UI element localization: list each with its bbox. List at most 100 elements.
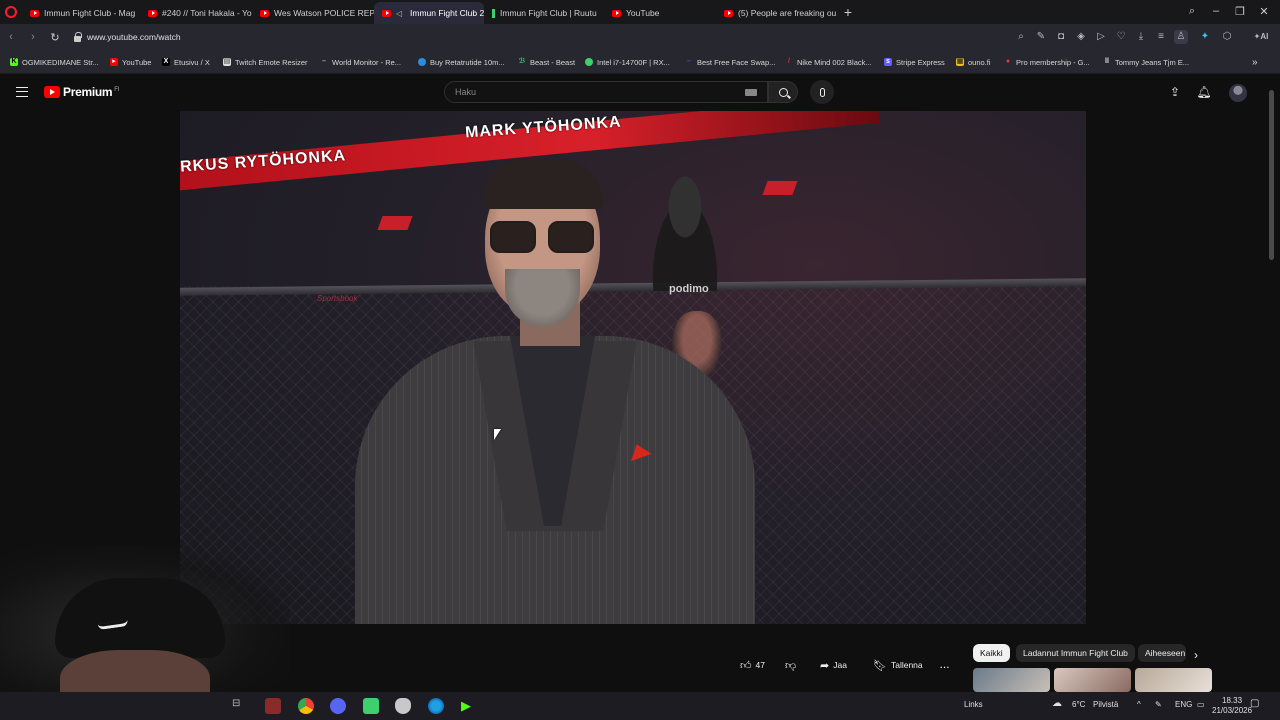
more-actions-button[interactable]: ... xyxy=(940,655,950,675)
search-page-icon[interactable]: ⌕ xyxy=(1014,30,1028,44)
avatar[interactable] xyxy=(1229,84,1247,102)
thumbs-up-icon: 👍︎ xyxy=(740,659,752,672)
menu-lines-icon[interactable]: ≡ xyxy=(1154,30,1168,44)
cloud-weather-icon[interactable]: ☁ xyxy=(1052,698,1062,709)
recommended-thumbnail[interactable] xyxy=(1054,668,1131,692)
page-icon: ▤ xyxy=(223,58,231,66)
back-arrow-icon[interactable]: ‹ xyxy=(0,26,22,48)
bookmark-intel-pc[interactable]: Intel i7-14700F | RX... xyxy=(585,50,670,74)
tab-immun-fight-club-mag[interactable]: Immun Fight Club - Mag xyxy=(22,2,140,24)
forward-arrow-icon[interactable]: › xyxy=(22,26,44,48)
minimize-icon[interactable]: – xyxy=(1204,0,1228,22)
youtube-favicon-icon xyxy=(148,9,157,17)
play-icon[interactable]: ▷ xyxy=(1094,30,1108,44)
restore-icon[interactable]: ❐ xyxy=(1228,0,1252,22)
tab-youtube[interactable]: YouTube xyxy=(604,2,704,24)
input-language[interactable]: ENG xyxy=(1175,700,1192,709)
lock-icon[interactable] xyxy=(74,31,82,42)
network-icon[interactable]: ▭ xyxy=(1197,700,1205,709)
chip-related[interactable]: Aiheeseen xyxy=(1138,644,1186,662)
camera-icon[interactable]: ◘ xyxy=(1054,30,1068,44)
tab-ruutu[interactable]: Immun Fight Club | Ruutu xyxy=(484,2,604,24)
recommended-thumbnail[interactable] xyxy=(973,668,1050,692)
ai-button-icon[interactable]: ✦AI xyxy=(1248,30,1274,44)
hamburger-menu-icon[interactable] xyxy=(16,87,28,97)
game-launcher-icon[interactable]: ▶ xyxy=(461,698,477,714)
chip-all[interactable]: Kaikki xyxy=(973,644,1010,662)
beast-icon: ℬ xyxy=(518,58,526,65)
grid-icon: ▦ xyxy=(956,58,964,66)
share-button[interactable]: ➦ Jaa xyxy=(820,655,847,675)
app-green-icon[interactable] xyxy=(363,698,379,714)
notifications-bell-icon[interactable]: 🔔︎ xyxy=(1196,84,1212,100)
tab-toni-hakala[interactable]: #240 // Toni Hakala - You xyxy=(140,2,252,24)
recommended-thumbnail[interactable] xyxy=(1135,668,1212,692)
bookmark-face-swap[interactable]: – Best Free Face Swap... xyxy=(685,50,775,74)
download-icon[interactable]: ⤓ xyxy=(1134,30,1148,44)
bookmark-ogmikedimane[interactable]: K OGMIKEDIMANE Str... xyxy=(10,50,99,74)
shield-app-icon[interactable] xyxy=(395,698,411,714)
tab-immun-fight-club-21-active[interactable]: ◁ Immun Fight Club 21 xyxy=(374,2,484,24)
bookmarks-overflow-icon[interactable]: » xyxy=(1252,50,1258,74)
dislike-button[interactable]: 👎︎ xyxy=(785,655,796,675)
bookmark-youtube[interactable]: ▸ YouTube xyxy=(110,50,151,74)
video-player[interactable]: RKUS RYTÖHONKA MARK YTÖHONKA podimo Spor… xyxy=(180,111,1086,624)
bookmark-world-monitor[interactable]: – World Monitor - Re... xyxy=(320,50,401,74)
url-field[interactable]: www.youtube.com/watch xyxy=(87,32,181,42)
bookmark-twitch-emote-resizer[interactable]: ▤ Twitch Emote Resizer xyxy=(223,50,308,74)
bookmark-label: Tommy Jeans Tjm E... xyxy=(1115,57,1190,67)
bookmarks-bar: K OGMIKEDIMANE Str... ▸ YouTube X Etusivu /… xyxy=(0,50,1280,74)
search-input[interactable]: Haku xyxy=(444,81,768,103)
tab-people-freaking-out[interactable]: (5) People are freaking ou xyxy=(716,2,838,24)
weather-text[interactable]: Pilvistä xyxy=(1093,700,1118,709)
chrome-icon[interactable] xyxy=(298,698,314,714)
heart-icon[interactable]: ♡ xyxy=(1114,30,1128,44)
cube-icon[interactable]: ⬡ xyxy=(1220,30,1234,44)
voice-search-button[interactable] xyxy=(810,80,834,104)
keyboard-icon[interactable] xyxy=(745,89,757,96)
extension-icon[interactable]: ✦ xyxy=(1198,30,1212,44)
address-bar: ‹ › ↻ www.youtube.com/watch xyxy=(0,24,1280,50)
edge-icon[interactable] xyxy=(428,698,444,714)
shield-icon[interactable]: ◈ xyxy=(1074,30,1088,44)
new-tab-plus-icon[interactable]: + xyxy=(838,2,858,22)
close-window-icon[interactable]: ✕ xyxy=(1252,0,1276,22)
bookmark-pro-membership[interactable]: ● Pro membership - G... xyxy=(1004,50,1090,74)
youtube-logo-icon[interactable] xyxy=(44,86,60,98)
bookmark-nike[interactable]: / Nike Mind 002 Black... xyxy=(785,50,872,74)
pen-tray-icon[interactable]: ✎ xyxy=(1155,700,1162,709)
bookmark-ouno[interactable]: ▦ ouno.fi xyxy=(956,50,991,74)
like-button[interactable]: 👍︎ 47 xyxy=(740,655,765,675)
bookmark-stripe-express[interactable]: s Stripe Express xyxy=(884,50,945,74)
pin-icon: ● xyxy=(1005,58,1011,65)
tab-search-icon[interactable]: ⌕ xyxy=(1180,0,1204,22)
search-button[interactable] xyxy=(768,81,798,103)
links-toolbar-label[interactable]: Links xyxy=(964,700,983,709)
profile-icon[interactable]: ♙ xyxy=(1174,30,1188,44)
reload-icon[interactable]: ↻ xyxy=(44,26,66,48)
weather-temp[interactable]: 6°C xyxy=(1072,700,1085,709)
taskbar-app-icon[interactable] xyxy=(265,698,281,714)
tray-chevron-up-icon[interactable]: ^ xyxy=(1137,700,1141,709)
task-view-icon[interactable]: ⊟ xyxy=(232,698,248,714)
bookmark-x[interactable]: X Etusivu / X xyxy=(162,50,210,74)
tab-wes-watson[interactable]: Wes Watson POLICE REPO xyxy=(252,2,374,24)
clock[interactable]: 18.33 21/03/2026 xyxy=(1212,696,1252,716)
discord-icon[interactable] xyxy=(330,698,346,714)
chip-uploaded-by[interactable]: Ladannut Immun Fight Club xyxy=(1016,644,1135,662)
notification-center-icon[interactable]: ▢ xyxy=(1250,698,1259,709)
bookmark-beast[interactable]: ℬ Beast - Beast xyxy=(518,50,575,74)
youtube-premium-wordmark[interactable]: Premium FI xyxy=(63,85,119,99)
bars-icon: ll xyxy=(1105,58,1109,65)
edit-icon[interactable]: ✎ xyxy=(1034,30,1048,44)
upload-icon[interactable]: ⇪ xyxy=(1167,84,1183,100)
speaker-icon[interactable]: ◁ xyxy=(396,9,405,18)
bookmark-tommy-jeans[interactable]: ll Tommy Jeans Tjm E... xyxy=(1103,50,1189,74)
chips-next-chevron-icon[interactable]: › xyxy=(1194,645,1198,665)
scrollbar-thumb[interactable] xyxy=(1269,90,1274,260)
opera-logo-icon[interactable] xyxy=(0,0,22,24)
bookmark-retatrutide[interactable]: Buy Retatrutide 10m... xyxy=(418,50,505,74)
save-button[interactable]: 🔖︎ Tallenna xyxy=(873,655,923,675)
like-count: 47 xyxy=(755,660,765,670)
country-code: FI xyxy=(114,87,119,93)
